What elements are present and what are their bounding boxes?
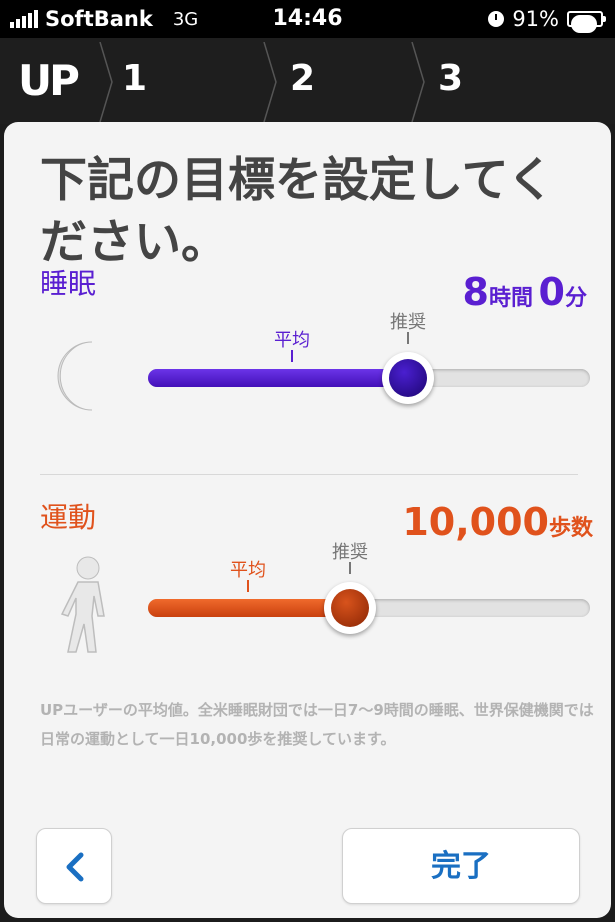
page-title: 下記の目標を設定してください。 xyxy=(40,153,555,270)
activity-label: 運動 xyxy=(40,501,97,534)
step-1[interactable]: 1 xyxy=(122,58,147,99)
done-button[interactable]: 完了 xyxy=(342,828,580,904)
activity-slider-handle[interactable] xyxy=(324,582,376,634)
sleep-slider-fill xyxy=(148,369,410,387)
sleep-hours-unit: 時間 xyxy=(488,286,533,311)
sleep-minutes: 0 xyxy=(538,270,565,314)
activity-average-tick xyxy=(247,580,249,592)
sleep-hours: 8 xyxy=(462,270,489,314)
sleep-label: 睡眠 xyxy=(40,267,97,300)
sleep-minutes-unit: 分 xyxy=(564,286,587,311)
activity-goal-value: 10,000歩数 xyxy=(402,500,593,544)
activity-recommended-label: 推奨 xyxy=(332,542,368,563)
status-bar: SoftBank 3G 14:46 91% xyxy=(0,0,615,38)
back-button[interactable] xyxy=(36,828,112,904)
status-right: 91% xyxy=(488,7,606,33)
step-separator-icon xyxy=(99,42,113,122)
step-3[interactable]: 3 xyxy=(438,58,463,99)
moon-icon xyxy=(57,341,93,411)
chevron-left-icon xyxy=(66,852,84,882)
activity-average-label: 平均 xyxy=(230,560,266,581)
step-navigation: UP 1 2 3 xyxy=(0,38,615,124)
alarm-clock-icon xyxy=(488,11,505,27)
goal-info-note: UPユーザーの平均値。全米睡眠財団では一日7〜9時間の睡眠、世界保健機関では日常… xyxy=(40,701,594,748)
sleep-slider-handle[interactable] xyxy=(382,352,434,404)
up-logo: UP xyxy=(18,56,80,105)
sleep-goal-value: 8時間 0分 xyxy=(462,270,587,314)
activity-recommended-tick xyxy=(349,562,351,574)
step-separator-icon xyxy=(263,42,277,122)
section-divider xyxy=(40,474,578,475)
walking-person-icon xyxy=(60,556,105,653)
sleep-recommended-tick xyxy=(407,332,409,344)
step-2[interactable]: 2 xyxy=(290,58,315,99)
step-separator-icon xyxy=(411,42,425,122)
sleep-recommended-label: 推奨 xyxy=(390,312,426,333)
activity-steps-unit: 歩数 xyxy=(548,516,593,541)
sleep-average-tick xyxy=(291,350,293,362)
sleep-average-label: 平均 xyxy=(274,330,310,351)
battery-percent: 91% xyxy=(512,7,559,31)
activity-steps-value: 10,000 xyxy=(402,500,549,544)
battery-icon xyxy=(567,11,606,33)
goal-settings-card: 下記の目標を設定してください。 睡眠 8時間 0分 平均 推奨 運動 10,00… xyxy=(4,122,611,918)
